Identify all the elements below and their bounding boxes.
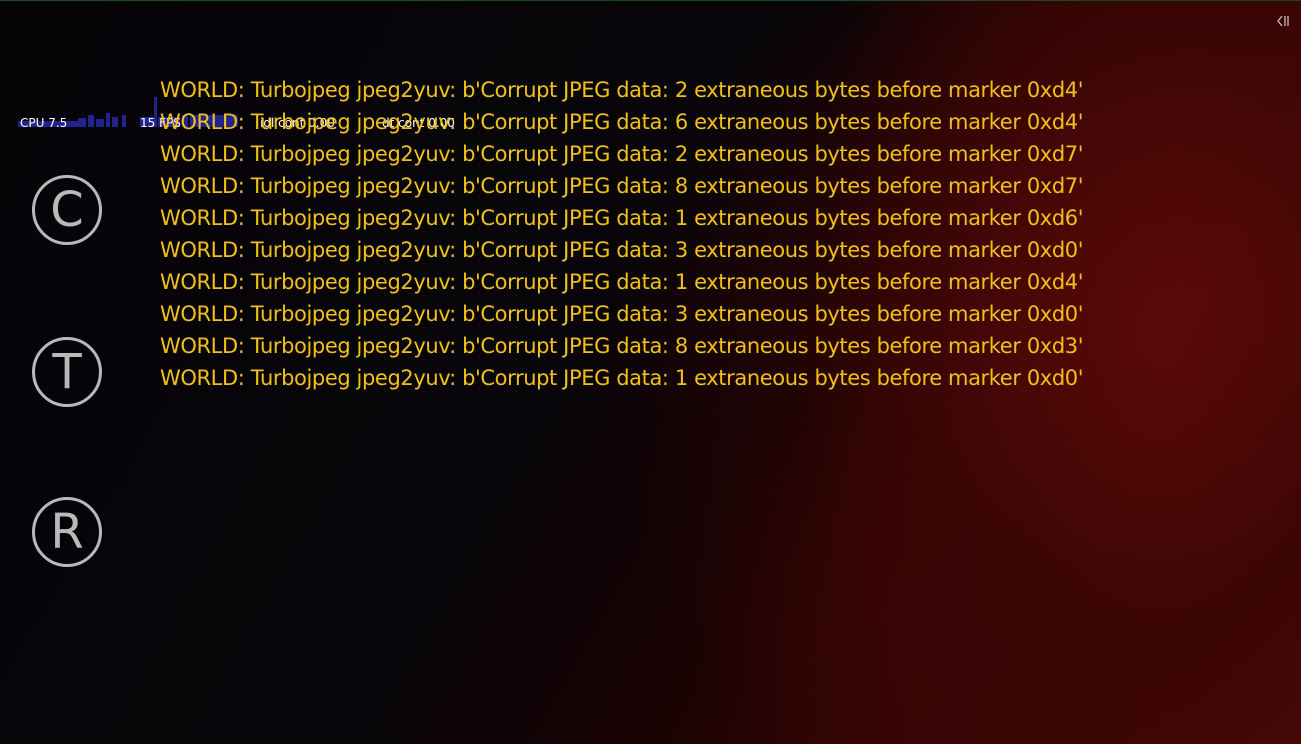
- log-line: WORLD: Turbojpeg jpeg2yuv: b'Corrupt JPE…: [160, 270, 1084, 294]
- log-line: WORLD: Turbojpeg jpeg2yuv: b'Corrupt JPE…: [160, 110, 1084, 134]
- calibration-label: C: [50, 182, 84, 238]
- test-button[interactable]: T: [32, 337, 102, 407]
- log-line: WORLD: Turbojpeg jpeg2yuv: b'Corrupt JPE…: [160, 334, 1084, 358]
- log-line: WORLD: Turbojpeg jpeg2yuv: b'Corrupt JPE…: [160, 366, 1084, 390]
- log-line: WORLD: Turbojpeg jpeg2yuv: b'Corrupt JPE…: [160, 78, 1084, 102]
- cpu-graph-bar: [122, 115, 126, 127]
- log-line: WORLD: Turbojpeg jpeg2yuv: b'Corrupt JPE…: [160, 206, 1084, 230]
- collapse-menu-icon[interactable]: [1276, 13, 1290, 27]
- cpu-graph-bar: [106, 113, 110, 127]
- world-view: CPU 7.5 15 FPS idl cont 0.00 dt cont 0.0…: [0, 0, 1301, 744]
- log-line: WORLD: Turbojpeg jpeg2yuv: b'Corrupt JPE…: [160, 174, 1084, 198]
- log-line: WORLD: Turbojpeg jpeg2yuv: b'Corrupt JPE…: [160, 238, 1084, 262]
- cpu-graph-bar: [96, 119, 104, 127]
- record-label: R: [50, 504, 84, 560]
- log-line: WORLD: Turbojpeg jpeg2yuv: b'Corrupt JPE…: [160, 302, 1084, 326]
- record-button[interactable]: R: [32, 497, 102, 567]
- cpu-graph-bar: [112, 117, 118, 127]
- cpu-graph-bar: [88, 115, 94, 127]
- calibration-button[interactable]: C: [32, 175, 102, 245]
- log-messages: WORLD: Turbojpeg jpeg2yuv: b'Corrupt JPE…: [160, 75, 1083, 395]
- test-label: T: [52, 344, 82, 400]
- cpu-readout: CPU 7.5: [20, 116, 68, 130]
- cpu-graph-bar: [78, 118, 86, 127]
- log-line: WORLD: Turbojpeg jpeg2yuv: b'Corrupt JPE…: [160, 142, 1084, 166]
